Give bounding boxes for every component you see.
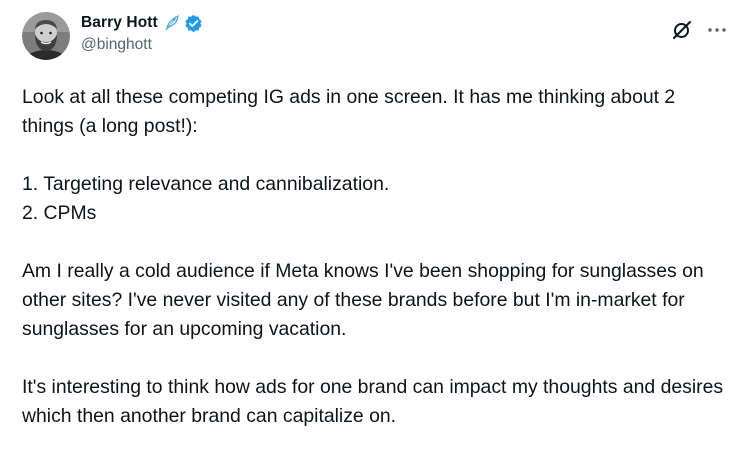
post-paragraph-3: It's interesting to think how ads for on… [22, 376, 729, 427]
grok-icon[interactable] [672, 20, 692, 40]
tweet-body: Look at all these competing IG ads in on… [22, 83, 732, 431]
post-list-item-1: 1. Targeting relevance and cannibalizati… [22, 173, 390, 195]
name-row: Barry Hott [81, 13, 203, 33]
tweet-header: Barry Hott @binghott [81, 13, 203, 61]
verified-badge-icon[interactable] [184, 14, 203, 33]
feather-icon [163, 14, 181, 32]
post-list-item-2: 2. CPMs [22, 202, 97, 224]
avatar-photo [22, 12, 70, 60]
author-display-name[interactable]: Barry Hott [81, 14, 158, 32]
avatar[interactable] [22, 12, 70, 60]
author-handle[interactable]: @binghott [81, 36, 203, 54]
more-options-icon[interactable] [706, 20, 728, 40]
tweet-card: Barry Hott @binghott Look at all these c… [0, 0, 746, 449]
post-paragraph-1: Look at all these competing IG ads in on… [22, 86, 681, 137]
tweet-actions-top [672, 20, 728, 40]
post-paragraph-2: Am I really a cold audience if Meta know… [22, 260, 710, 340]
